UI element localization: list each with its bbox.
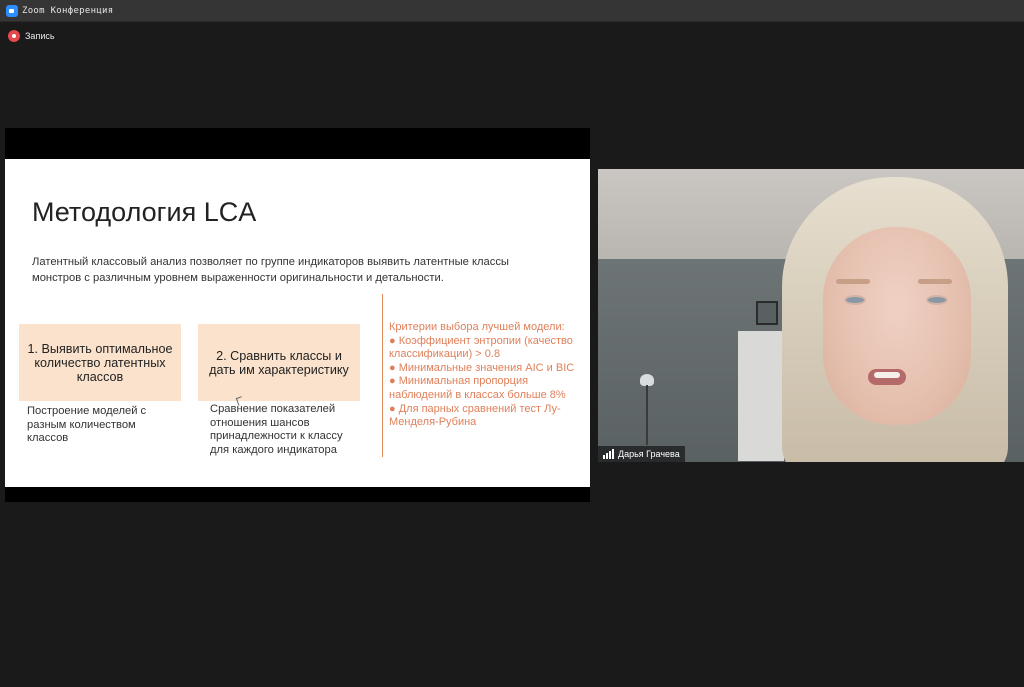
step-1-block: 1. Выявить оптимальное количество латент…: [19, 324, 181, 401]
criteria-item: ● Минимальные значения AIC и BIC: [389, 361, 575, 374]
video-shelf: [738, 331, 784, 461]
step-2-block: 2. Сравнить классы и дать им характерист…: [198, 324, 360, 401]
participant-face: [823, 227, 971, 425]
participant-brow: [836, 279, 870, 284]
record-icon: [8, 30, 20, 42]
slide-title: Методология LCA: [32, 197, 257, 227]
step-1-title: 1. Выявить оптимальное количество латент…: [27, 341, 173, 384]
signal-strength-icon: [603, 449, 614, 459]
criteria-list: Критерии выбора лучшей модели: ● Коэффиц…: [389, 321, 589, 430]
participant-name-tag: Дарья Грачева: [598, 446, 685, 462]
window-titlebar: Zoom Конференция: [0, 0, 1024, 22]
participant-name: Дарья Грачева: [618, 449, 680, 459]
criteria-title: Критерии выбора лучшей модели:: [389, 321, 565, 333]
step-1-description: Построение моделей с разным количеством …: [27, 405, 147, 444]
participant-eye: [844, 295, 866, 305]
criteria-item: ● Коэффициент энтропии (качество классиф…: [389, 334, 573, 361]
participant-video[interactable]: Дарья Грачева: [598, 169, 1024, 462]
participant-brow: [918, 279, 952, 284]
participant-teeth: [874, 372, 900, 378]
step-2-title: 2. Сравнить классы и дать им характерист…: [209, 348, 349, 377]
recording-label: Запись: [25, 31, 55, 41]
presentation-slide: Методология LCA Латентный классовый анал…: [5, 159, 590, 487]
step-2-description: Сравнение показателей отношения шансов п…: [210, 403, 343, 456]
video-picture-frame: [756, 301, 778, 325]
shared-screen: Методология LCA Латентный классовый анал…: [5, 128, 590, 502]
criteria-item: ● Для парных сравнений тест Лу-Менделя-Р…: [389, 402, 561, 429]
video-lamp-stand: [646, 385, 648, 445]
criteria-item: ● Минимальная пропорция наблюдений в кла…: [389, 375, 566, 401]
participant-eye: [926, 295, 948, 305]
slide-divider: [382, 294, 383, 457]
recording-indicator[interactable]: Запись: [8, 30, 55, 42]
slide-intro-text: Латентный классовый анализ позволяет по …: [32, 256, 509, 284]
zoom-logo-icon: [6, 4, 18, 17]
window-title: Zoom Конференция: [22, 5, 114, 16]
